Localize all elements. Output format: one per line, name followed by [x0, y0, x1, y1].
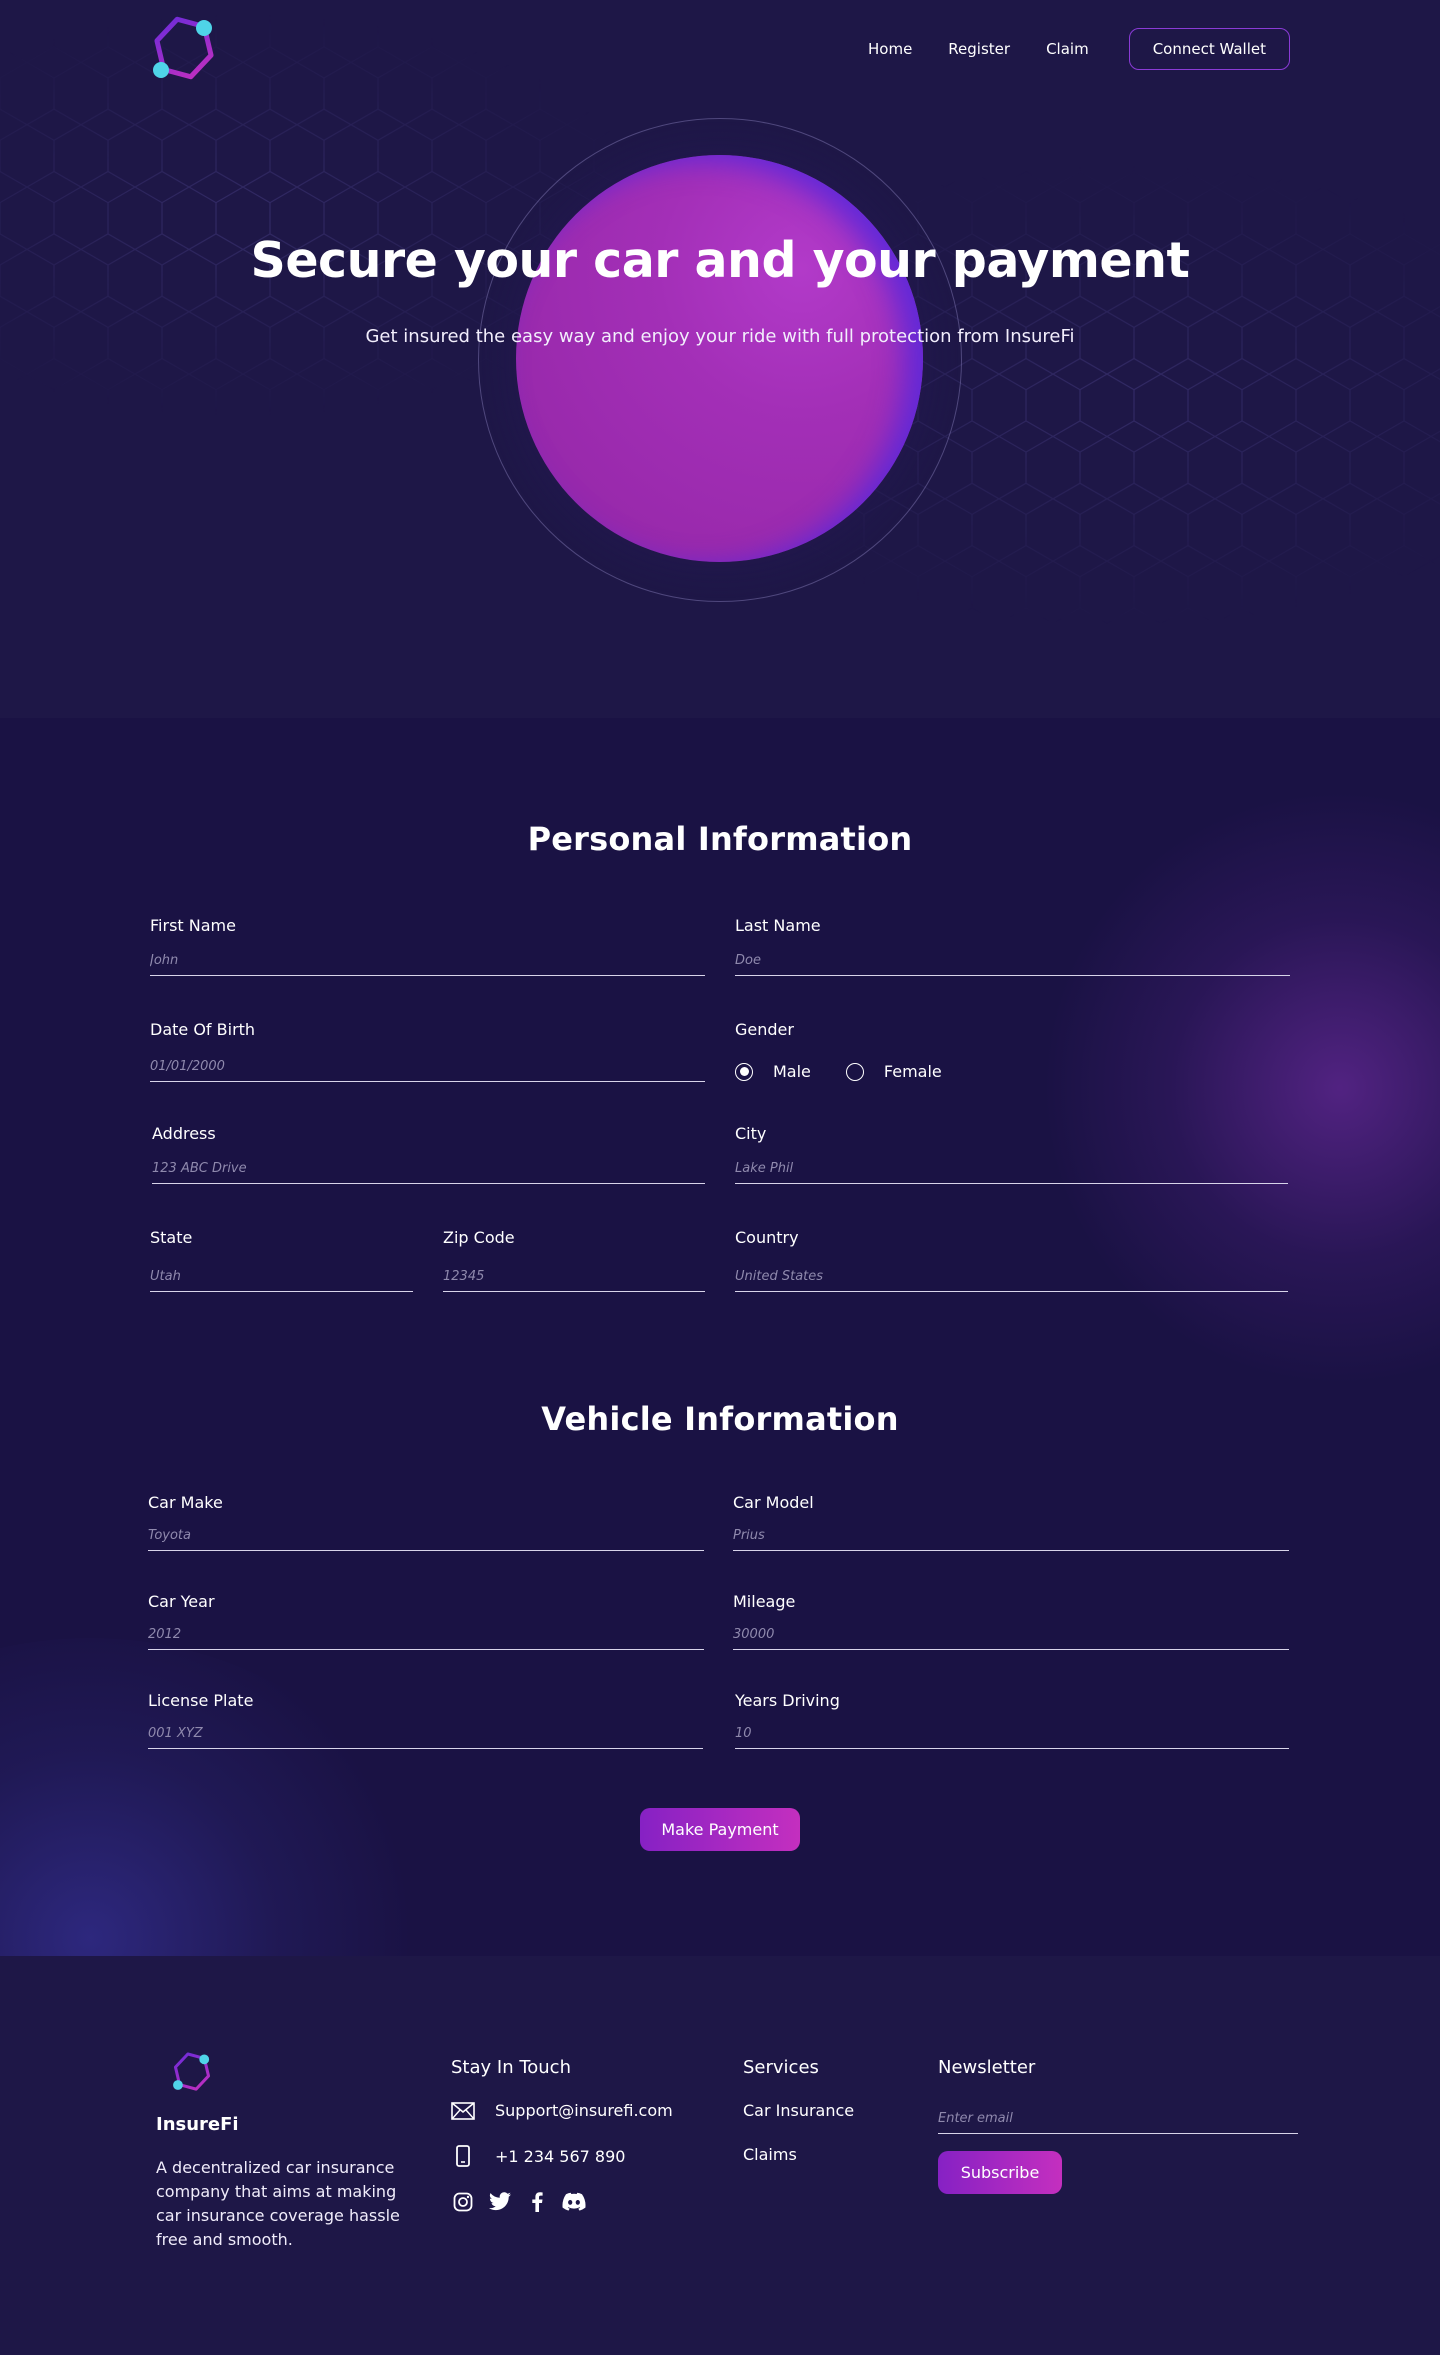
address-label: Address [152, 1124, 216, 1143]
hexagon-logo-icon[interactable] [148, 16, 220, 88]
car-year-input[interactable] [148, 1620, 704, 1650]
gender-radio-group: Male Female [735, 1062, 942, 1081]
state-label: State [150, 1228, 193, 1247]
background-glow-right [1040, 788, 1440, 1388]
mail-icon [451, 2101, 475, 2120]
mileage-input[interactable] [733, 1620, 1289, 1650]
make-payment-button[interactable]: Make Payment [640, 1808, 800, 1851]
car-model-input[interactable] [733, 1521, 1289, 1551]
hero-orb [516, 155, 923, 562]
country-label: Country [735, 1228, 799, 1247]
nav-claim-link[interactable]: Claim [1046, 40, 1089, 58]
hero-title: Secure your car and your payment [250, 232, 1190, 289]
zip-label: Zip Code [443, 1228, 515, 1247]
country-input[interactable] [735, 1262, 1288, 1292]
instagram-icon[interactable] [451, 2190, 475, 2214]
footer-email-text: Support@insurefi.com [495, 2101, 673, 2120]
services-heading: Services [743, 2057, 819, 2078]
gender-male-radio[interactable] [735, 1062, 753, 1081]
gender-male-label: Male [773, 1062, 811, 1081]
footer-description: A decentralized car insurance company th… [156, 2158, 400, 2249]
license-plate-input[interactable] [148, 1719, 703, 1749]
twitter-icon[interactable] [488, 2190, 512, 2214]
license-plate-field: License Plate [148, 1691, 703, 1757]
license-plate-label: License Plate [148, 1691, 254, 1710]
footer-phone-text: +1 234 567 890 [495, 2146, 626, 2166]
top-nav: Home Register Claim Connect Wallet [0, 0, 1440, 100]
first-name-input[interactable] [150, 946, 705, 976]
years-driving-input[interactable] [735, 1719, 1289, 1749]
zip-field: Zip Code [443, 1228, 705, 1296]
zip-input[interactable] [443, 1262, 705, 1292]
newsletter-email-input[interactable] [938, 2104, 1298, 2134]
personal-info-title: Personal Information [527, 820, 913, 858]
footer: InsureFi A decentralized car insurance c… [0, 1956, 1440, 2355]
newsletter-heading: Newsletter [938, 2057, 1036, 2078]
first-name-label: First Name [150, 916, 236, 935]
city-input[interactable] [735, 1154, 1288, 1184]
city-field: City [735, 1124, 1288, 1192]
dob-label: Date Of Birth [150, 1020, 256, 1039]
insurance-form: Personal Information First Name Last Nam… [0, 718, 1440, 1956]
last-name-field: Last Name [735, 916, 1290, 984]
hero-section: Home Register Claim Connect Wallet Secur… [0, 0, 1440, 718]
nav-register-link[interactable]: Register [948, 40, 1010, 58]
connect-wallet-button[interactable]: Connect Wallet [1128, 28, 1290, 70]
city-label: City [735, 1124, 767, 1143]
country-field: Country [735, 1228, 1288, 1296]
gender-female-radio[interactable] [845, 1062, 864, 1081]
car-model-label: Car Model [733, 1493, 814, 1512]
vehicle-info-title: Vehicle Information [541, 1400, 899, 1438]
car-year-field: Car Year [148, 1592, 704, 1658]
first-name-field: First Name [150, 916, 705, 984]
car-make-input[interactable] [148, 1521, 704, 1551]
radio-selected-dot [739, 1067, 749, 1076]
nav-links: Home Register Claim Connect Wallet [868, 28, 1290, 70]
mileage-label: Mileage [733, 1592, 796, 1611]
services-car-insurance-link[interactable]: Car Insurance [743, 2101, 854, 2120]
phone-icon [456, 2145, 470, 2167]
car-make-label: Car Make [148, 1493, 223, 1512]
gender-field: Gender Male Female [735, 1020, 1290, 1088]
address-field: Address [152, 1124, 705, 1192]
hero-subtitle: Get insured the easy way and enjoy your … [365, 326, 1075, 347]
address-input[interactable] [152, 1154, 705, 1184]
years-driving-field: Years Driving [735, 1691, 1289, 1757]
state-field: State [150, 1228, 413, 1296]
gender-label: Gender [735, 1020, 794, 1039]
car-year-label: Car Year [148, 1592, 215, 1611]
subscribe-button[interactable]: Subscribe [938, 2151, 1062, 2194]
mileage-field: Mileage [733, 1592, 1289, 1658]
car-model-field: Car Model [733, 1493, 1289, 1559]
car-make-field: Car Make [148, 1493, 704, 1559]
background-glow-left [0, 1638, 440, 1956]
state-input[interactable] [150, 1262, 413, 1292]
hexagon-logo-icon[interactable] [170, 2052, 214, 2096]
dob-field: Date Of Birth [150, 1020, 705, 1088]
social-links [451, 2190, 586, 2214]
gender-female-label: Female [883, 1062, 942, 1081]
last-name-input[interactable] [735, 946, 1290, 976]
footer-email[interactable]: Support@insurefi.com [451, 2101, 673, 2120]
stay-in-touch-heading: Stay In Touch [451, 2057, 571, 2078]
discord-icon[interactable] [562, 2190, 586, 2214]
footer-phone[interactable]: +1 234 567 890 [451, 2145, 625, 2167]
facebook-icon[interactable] [525, 2190, 549, 2214]
services-claims-link[interactable]: Claims [743, 2145, 797, 2164]
dob-input[interactable] [150, 1052, 705, 1082]
years-driving-label: Years Driving [735, 1691, 840, 1710]
nav-home-link[interactable]: Home [868, 40, 912, 58]
last-name-label: Last Name [735, 916, 821, 935]
footer-brand: InsureFi [156, 2114, 239, 2135]
